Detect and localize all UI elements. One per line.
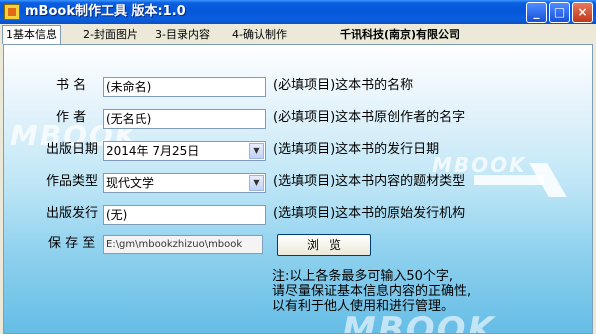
author-hint: (必填项目)这本书原创作者的名字: [273, 110, 466, 125]
note-line-3: 以有利于他人使用和进行管理。: [272, 299, 455, 314]
genre-hint: (选填项目)这本书内容的题材类型: [273, 174, 466, 189]
publisher-hint: (选填项目)这本书的原始发行机构: [273, 206, 466, 221]
genre-select[interactable]: 现代文学 ▼: [103, 173, 266, 193]
save-label: 保 存 至: [48, 236, 96, 251]
title-hint: (必填项目)这本书的名称: [273, 78, 414, 93]
date-picker[interactable]: 2014年 7月25日 ▼: [103, 141, 266, 161]
date-hint: (选填项目)这本书的发行日期: [273, 142, 440, 157]
close-icon: ×: [577, 5, 588, 19]
browse-button[interactable]: 浏览: [277, 234, 371, 256]
publisher-input[interactable]: (无): [103, 205, 266, 225]
save-path-field[interactable]: E:\gm\mbookzhizuo\mbook: [103, 235, 263, 254]
app-window: mBook制作工具 版本:1.0 _ □ × 1基本信息 2-封面图片 3-目录…: [0, 0, 596, 334]
title-bar[interactable]: mBook制作工具 版本:1.0 _ □ ×: [0, 0, 596, 24]
maximize-icon: □: [553, 5, 566, 19]
close-button[interactable]: ×: [572, 2, 593, 23]
minimize-icon: _: [533, 5, 540, 19]
title-input[interactable]: (未命名): [103, 77, 266, 97]
date-value: 2014年 7月25日: [106, 144, 200, 158]
author-input[interactable]: (无名氏): [103, 109, 266, 129]
date-label: 出版日期: [46, 142, 99, 157]
note-line-1: 注:以上各条最多可输入50个字,: [272, 269, 454, 284]
genre-label: 作品类型: [46, 174, 99, 189]
basic-info-panel: MBOOK MBOOK MBOOK 书 名 (未命名) (必填项目)这本书的名称…: [3, 44, 593, 334]
author-label: 作 者: [56, 110, 87, 125]
company-name: 千讯科技(南京)有限公司: [340, 28, 461, 41]
tab-cover-image[interactable]: 2-封面图片: [83, 26, 138, 43]
tab-bar: 1基本信息 2-封面图片 3-目录内容 4-确认制作 千讯科技(南京)有限公司: [0, 24, 596, 44]
note-line-2: 请尽量保证基本信息内容的正确性,: [272, 284, 472, 299]
minimize-button[interactable]: _: [526, 2, 547, 23]
title-label: 书 名: [56, 78, 87, 93]
chevron-down-icon[interactable]: ▼: [249, 143, 264, 159]
tab-table-of-contents[interactable]: 3-目录内容: [155, 26, 210, 43]
tab-basic-info[interactable]: 1基本信息: [2, 25, 61, 44]
watermark-arrow: [474, 175, 544, 185]
maximize-button[interactable]: □: [549, 2, 570, 23]
app-icon: [4, 4, 20, 20]
genre-value: 现代文学: [106, 176, 155, 190]
window-title: mBook制作工具 版本:1.0: [25, 4, 186, 19]
chevron-down-icon[interactable]: ▼: [249, 175, 264, 191]
publisher-label: 出版发行: [46, 206, 99, 221]
tab-confirm-build[interactable]: 4-确认制作: [232, 26, 287, 43]
